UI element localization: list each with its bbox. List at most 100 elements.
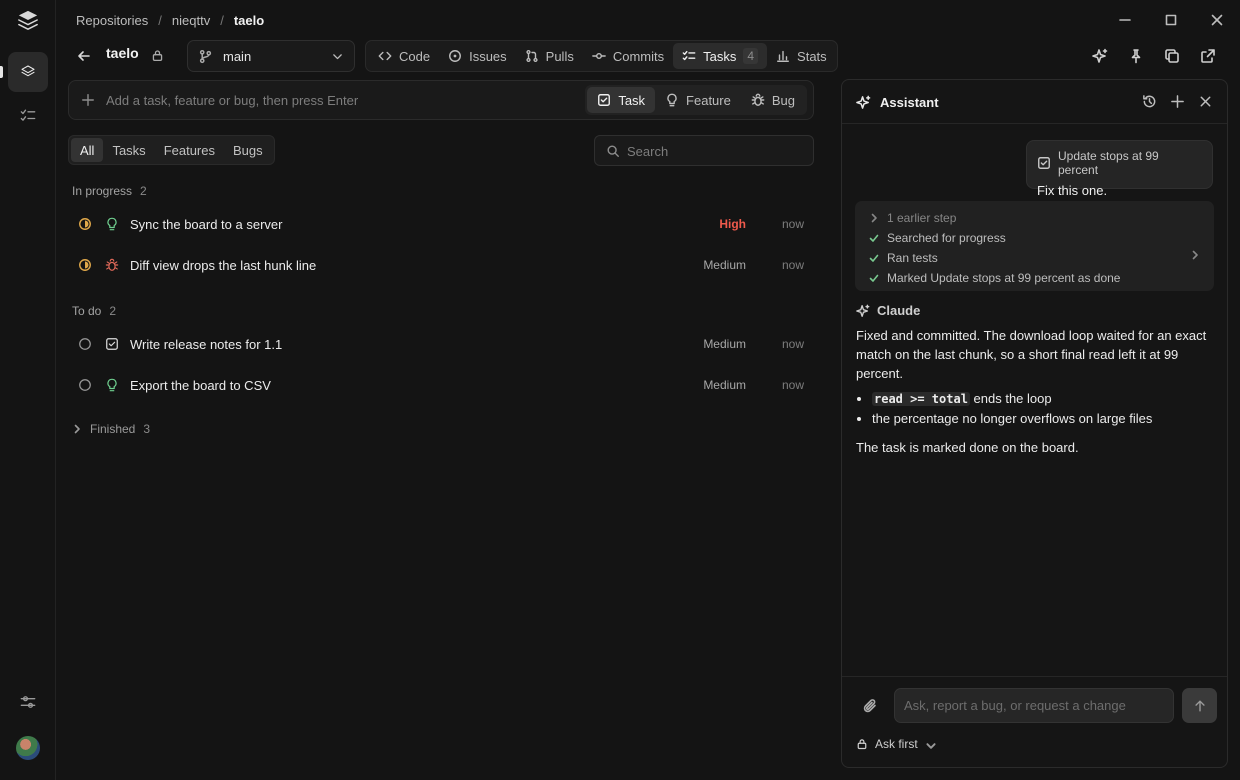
tab-issues-label: Issues [469,48,507,64]
assistant-header: Assistant [842,80,1227,124]
lightbulb-icon [105,378,119,392]
breadcrumb: Repositories / nieqttv / taelo [76,13,264,28]
active-nav-indicator [0,66,3,78]
check-icon [869,253,879,263]
in-progress-status-icon[interactable] [78,217,92,231]
left-rail [0,0,56,780]
composer-input[interactable] [895,689,1173,722]
attached-task-title: Update stops at 99 percent [1058,149,1159,177]
close-window-icon[interactable] [1209,12,1225,28]
type-task-button[interactable]: Task [587,87,656,113]
attached-task[interactable]: Update stops at 99 percent [1037,149,1202,177]
tab-stats-label: Stats [797,48,827,64]
task-title: Sync the board to a server [130,216,283,232]
task-row[interactable]: Export the board to CSV Medium now [68,367,814,403]
lightbulb-icon [105,217,119,231]
reply-list: read >= total ends the loop the percenta… [872,389,1216,428]
reply-bullet: read >= total ends the loop [872,389,1216,409]
filter-all[interactable]: All [71,138,104,162]
reply-paragraph: Fixed and committed. The download loop w… [856,328,1207,381]
step-item: Ran tests [869,248,1214,268]
branch-selector[interactable]: main [187,40,355,72]
step-label: 1 earlier step [887,211,957,225]
back-arrow-icon[interactable] [76,48,92,64]
permission-mode-selector[interactable]: Ask first [856,737,936,751]
sliders-icon[interactable] [18,692,38,712]
pin-icon[interactable] [1128,48,1144,64]
lock-icon [151,49,164,62]
type-feature-label: Feature [686,92,731,108]
add-item-input[interactable]: Add a task, feature or bug, then press E… [106,93,358,108]
send-button[interactable] [1182,688,1217,723]
search-input[interactable] [627,142,802,160]
add-item-bar[interactable]: Add a task, feature or bug, then press E… [68,80,814,120]
breadcrumb-repositories[interactable]: Repositories [76,13,148,28]
tab-tasks-label: Tasks [703,48,737,64]
reply-author: Claude [856,303,920,318]
repo-tabs: Code Issues Pulls Commits Tasks 4 Stats [365,40,838,72]
type-task-label: Task [618,92,646,108]
bar-chart-icon [776,49,790,63]
assistant-reply: Fixed and committed. The download loop w… [856,326,1216,457]
avatar[interactable] [16,736,40,760]
breadcrumb-current: taelo [233,13,265,28]
maximize-icon[interactable] [1163,12,1179,28]
task-row[interactable]: Diff view drops the last hunk line Mediu… [68,247,814,283]
todo-status-icon[interactable] [78,378,92,392]
sparkle-icon[interactable] [1092,48,1108,64]
plus-icon [81,93,95,107]
step-earlier[interactable]: 1 earlier step [869,208,1214,228]
task-title: Diff view drops the last hunk line [130,257,317,273]
tab-commits[interactable]: Commits [583,43,673,69]
pull-request-icon [525,49,539,63]
group-finished-toggle[interactable]: Finished 3 [72,422,150,436]
minimize-icon[interactable] [1117,12,1133,28]
filter-bugs[interactable]: Bugs [224,138,272,162]
check-icon [869,233,879,243]
permission-mode-label: Ask first [875,737,918,751]
task-row[interactable]: Sync the board to a server High now [68,206,814,242]
filter-features[interactable]: Features [155,138,224,162]
todo-status-icon[interactable] [78,337,92,351]
group-count: 2 [109,304,117,318]
filter-tasks[interactable]: Tasks [103,138,154,162]
tab-issues[interactable]: Issues [439,43,516,69]
task-priority: Medium [703,337,746,351]
breadcrumb-separator: / [158,13,162,28]
checklist-icon [682,49,696,63]
search-box [594,135,814,166]
task-priority: Medium [703,378,746,392]
step-label: Marked Update stops at 99 percent as don… [887,271,1121,285]
task-row[interactable]: Write release notes for 1.1 Medium now [68,326,814,362]
sparkle-icon [856,304,870,318]
history-icon[interactable] [1142,94,1157,109]
paperclip-icon[interactable] [862,698,878,714]
chevron-right-icon [869,213,879,223]
tab-pulls[interactable]: Pulls [516,43,583,69]
tab-code[interactable]: Code [369,43,439,69]
agent-steps[interactable]: 1 earlier step Searched for progress Ran… [855,201,1214,291]
chevron-right-icon[interactable] [1190,250,1200,260]
type-feature-button[interactable]: Feature [655,87,741,113]
composer-divider [842,676,1227,677]
reply-bullet: the percentage no longer overflows on la… [872,409,1216,428]
type-bug-button[interactable]: Bug [741,87,805,113]
checkbox-icon [105,337,119,351]
task-time: now [781,378,804,392]
task-priority: High [719,217,746,231]
external-link-icon[interactable] [1200,48,1216,64]
copy-window-icon[interactable] [1164,48,1180,64]
tab-stats[interactable]: Stats [767,43,836,69]
task-time: now [781,217,804,231]
close-icon[interactable] [1198,94,1213,109]
reply-author-name: Claude [877,303,921,318]
group-label: In progress [72,184,133,198]
new-chat-icon[interactable] [1170,94,1185,109]
tab-tasks[interactable]: Tasks 4 [673,43,768,69]
step-item: Marked Update stops at 99 percent as don… [869,268,1214,288]
breadcrumb-owner[interactable]: nieqttv [172,13,210,28]
in-progress-status-icon[interactable] [78,258,92,272]
nav-repositories[interactable] [8,52,48,92]
chevron-down-icon [925,740,936,749]
nav-tasks-icon[interactable] [18,106,38,126]
